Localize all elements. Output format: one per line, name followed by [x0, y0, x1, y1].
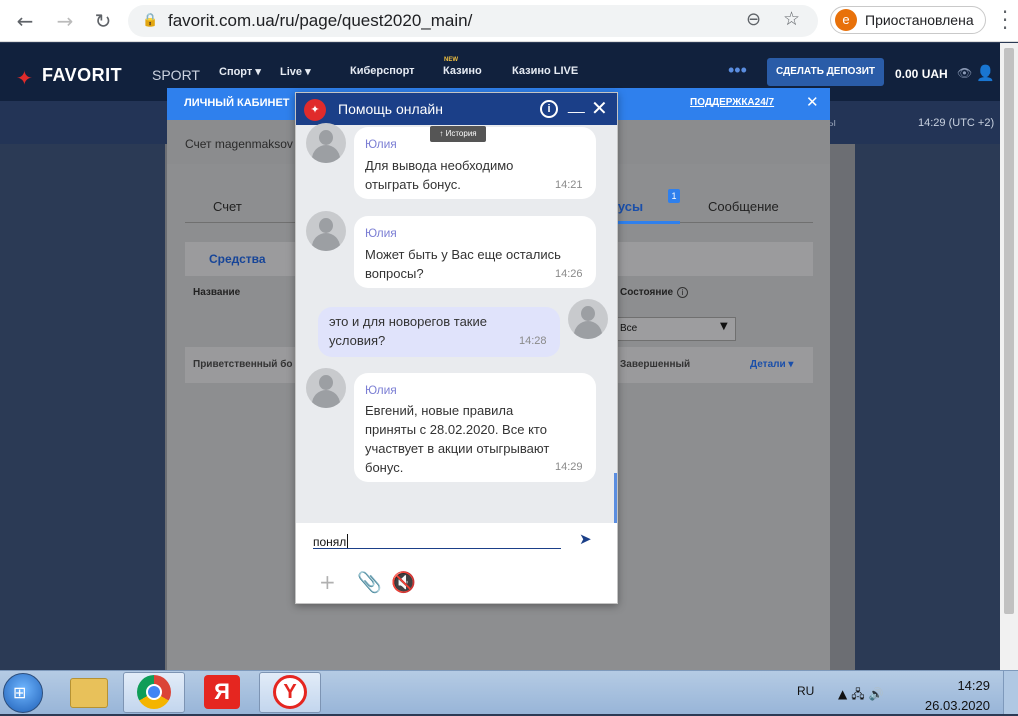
- message-time: 14:26: [555, 268, 583, 280]
- clock-time: 14:29: [957, 678, 990, 693]
- site-logo[interactable]: FAVORIT: [42, 65, 122, 86]
- message-line: Евгений, новые правила: [365, 403, 514, 418]
- yandex-browser-icon: Y: [273, 675, 307, 709]
- history-tooltip[interactable]: ↑ История: [430, 126, 486, 142]
- chat-header: ✦ Помощь онлайн i __ ✕: [296, 93, 617, 125]
- nav-casino-live[interactable]: Казино LIVE: [512, 65, 578, 77]
- forward-icon[interactable]: →: [52, 8, 78, 34]
- more-menu-icon[interactable]: •••: [728, 60, 747, 81]
- tray-icons[interactable]: ▲🖧🔊: [838, 685, 888, 706]
- row-state: Завершенный: [620, 359, 691, 370]
- page-scrollbar-thumb[interactable]: [1004, 48, 1014, 614]
- text-caret: [347, 534, 348, 548]
- yandex-icon: Я: [204, 675, 240, 709]
- chat-scrollbar[interactable]: [614, 473, 617, 523]
- close-icon[interactable]: ✕: [806, 93, 819, 111]
- site-clock: 14:29 (UTC +2): [918, 117, 995, 129]
- bonus-count-badge: 1: [668, 189, 680, 203]
- agent-avatar: [306, 211, 346, 251]
- message-author: Юлия: [365, 383, 397, 397]
- profile-status: Приостановлена: [865, 12, 974, 28]
- nav-sport[interactable]: Спорт ▾: [219, 65, 261, 78]
- info-icon[interactable]: i: [677, 287, 688, 298]
- deposit-button[interactable]: СДЕЛАТЬ ДЕПОЗИТ: [767, 58, 884, 86]
- user-icon[interactable]: 👤: [976, 64, 995, 82]
- reload-icon[interactable]: ↻: [90, 8, 116, 34]
- windows-logo-icon: ⊞: [13, 683, 27, 702]
- address-bar[interactable]: 🔒 favorit.com.ua/ru/page/quest2020_main/…: [128, 5, 818, 37]
- message-line: бонус.: [365, 460, 404, 475]
- support-link[interactable]: ПОДДЕРЖКА24/7: [690, 97, 774, 108]
- row-bonus-name: Приветственный бо: [193, 359, 293, 370]
- message-bubble: Юлия Может быть у Вас еще остались вопро…: [354, 216, 596, 288]
- profile-button[interactable]: е Приостановлена: [830, 6, 986, 34]
- chat-input-area: понял ➤ + 📎 🔇: [296, 523, 617, 603]
- column-name: Название: [193, 287, 241, 298]
- site-logo-sub[interactable]: SPORT: [152, 67, 200, 83]
- show-desktop-button[interactable]: [1003, 671, 1018, 714]
- lock-icon: 🔒: [142, 13, 159, 28]
- nav-casino[interactable]: Казино: [443, 65, 482, 77]
- chrome-icon-center: [146, 684, 162, 700]
- input-underline: [313, 548, 561, 549]
- message-author: Юлия: [365, 137, 397, 151]
- details-link[interactable]: Детали ▾: [750, 359, 793, 370]
- message-line: Может быть у Вас еще остались: [365, 247, 561, 262]
- message-line: Для вывода необходимо: [365, 158, 514, 173]
- message-line: это и для новорегов такие: [329, 314, 487, 329]
- chat-title: Помощь онлайн: [338, 101, 443, 117]
- close-icon[interactable]: ✕: [591, 96, 608, 120]
- nav-new-badge: NEW: [444, 57, 458, 63]
- language-indicator[interactable]: RU: [797, 684, 814, 698]
- message-time: 14:29: [555, 461, 583, 473]
- minimize-icon[interactable]: __: [568, 97, 585, 114]
- info-icon[interactable]: i: [540, 100, 558, 118]
- speaker-mute-icon[interactable]: 🔇: [391, 570, 416, 594]
- balance: 0.00 UAH: [895, 67, 948, 81]
- chat-window: ✦ Помощь онлайн i __ ✕ Юлия Для вывода н…: [295, 92, 618, 604]
- message-line: приняты с 28.02.2020. Все кто: [365, 422, 547, 437]
- account-label: Счет magenmaksov: [185, 137, 293, 151]
- tab-account[interactable]: Счет: [213, 199, 242, 214]
- agent-avatar: [306, 123, 346, 163]
- message-author: Юлия: [365, 226, 397, 240]
- tab-messages[interactable]: Сообщение: [708, 199, 779, 214]
- dropdown-arrow-icon[interactable]: ▼: [720, 321, 728, 332]
- paperclip-icon[interactable]: 📎: [357, 570, 382, 594]
- nav-live[interactable]: Live ▾: [280, 65, 311, 78]
- message-bubble: Юлия Евгений, новые правила приняты с 28…: [354, 373, 596, 482]
- agent-avatar: [306, 368, 346, 408]
- eye-icon[interactable]: 👁: [957, 66, 972, 80]
- plus-icon[interactable]: +: [319, 570, 336, 594]
- folder-icon: [70, 678, 108, 708]
- browser-menu-icon[interactable]: · · ·: [998, 2, 1012, 38]
- message-line: вопросы?: [365, 266, 424, 281]
- chat-logo-icon: ✦: [304, 99, 326, 121]
- my-message-bubble: это и для новорегов такие условия? 14:28: [318, 307, 560, 357]
- user-avatar: [568, 299, 608, 339]
- chat-input[interactable]: понял: [313, 535, 346, 549]
- profile-avatar: е: [835, 9, 857, 31]
- back-icon[interactable]: ←: [12, 8, 38, 34]
- zoom-icon[interactable]: ⊖: [746, 9, 761, 30]
- send-icon[interactable]: ➤: [579, 530, 592, 548]
- column-state: Состояние: [620, 287, 674, 298]
- message-time: 14:28: [519, 335, 547, 347]
- nav-esports[interactable]: Киберспорт: [350, 65, 415, 77]
- message-line: участвует в акции отыгрывают: [365, 441, 550, 456]
- taskbar-clock[interactable]: 14:29 26.03.2020: [920, 676, 990, 716]
- message-line: отыграть бонус.: [365, 177, 461, 192]
- url-text[interactable]: favorit.com.ua/ru/page/quest2020_main/: [168, 11, 472, 31]
- favorit-logo-icon[interactable]: ✦: [16, 66, 33, 90]
- browser-toolbar: ← → ↻ 🔒 favorit.com.ua/ru/page/quest2020…: [0, 0, 1018, 42]
- state-filter-value: Все: [620, 323, 638, 334]
- message-time: 14:21: [555, 179, 583, 191]
- cabinet-title: ЛИЧНЫЙ КАБИНЕТ: [184, 97, 290, 109]
- clock-date: 26.03.2020: [924, 698, 990, 713]
- subtab-funds[interactable]: Средства: [209, 252, 266, 266]
- message-line: условия?: [329, 333, 386, 348]
- bookmark-star-icon[interactable]: ☆: [783, 8, 800, 30]
